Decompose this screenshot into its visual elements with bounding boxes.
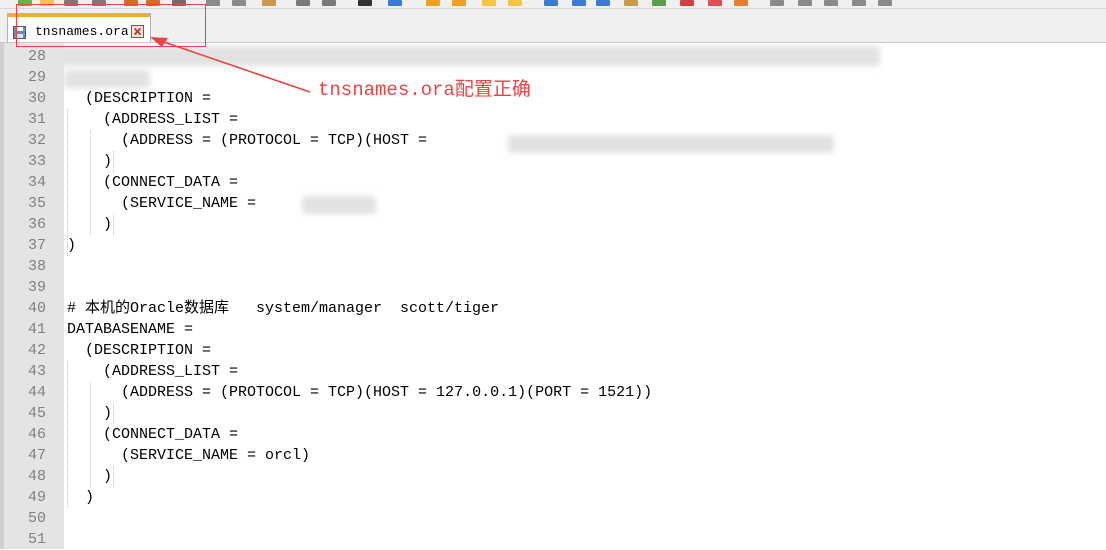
code-line[interactable]: # 本机的Oracle数据库 system/manager scott/tige… xyxy=(67,298,499,319)
copy-icon[interactable] xyxy=(232,0,246,6)
paste-icon[interactable] xyxy=(262,0,276,6)
redo-icon[interactable] xyxy=(322,0,336,6)
indent-guide xyxy=(113,403,114,424)
redacted-service-name xyxy=(302,196,376,214)
sync-v-icon[interactable] xyxy=(482,0,496,6)
line-number: 46 xyxy=(27,426,46,443)
stop-macro-icon[interactable] xyxy=(734,0,748,6)
redacted-host xyxy=(508,135,834,153)
code-line[interactable]: (CONNECT_DATA = xyxy=(67,424,238,445)
line-number: 35 xyxy=(27,195,46,212)
zoom-out-icon[interactable] xyxy=(452,0,466,6)
play-macro-icon[interactable] xyxy=(770,0,784,6)
annotation-box xyxy=(16,4,206,47)
line-number: 38 xyxy=(27,258,46,275)
code-line[interactable]: (DESCRIPTION = xyxy=(67,340,211,361)
line-number: 34 xyxy=(27,174,46,191)
line-number: 39 xyxy=(27,279,46,296)
indent-guide xyxy=(113,151,114,172)
code-line[interactable]: (CONNECT_DATA = xyxy=(67,172,238,193)
code-line[interactable]: DATABASENAME = xyxy=(67,319,193,340)
line-number: 36 xyxy=(27,216,46,233)
record-macro-icon[interactable] xyxy=(708,0,722,6)
line-number: 49 xyxy=(27,489,46,506)
line-number: 47 xyxy=(27,447,46,464)
undo-icon[interactable] xyxy=(296,0,310,6)
extra-icon[interactable] xyxy=(878,0,892,6)
spell-icon[interactable] xyxy=(852,0,866,6)
code-line[interactable]: (DESCRIPTION = xyxy=(67,88,211,109)
code-line[interactable]: (ADDRESS = (PROTOCOL = TCP)(HOST = 127.0… xyxy=(67,382,652,403)
play-multi-icon[interactable] xyxy=(798,0,812,6)
line-number: 45 xyxy=(27,405,46,422)
indent-guide xyxy=(113,466,114,487)
line-number: 29 xyxy=(27,69,46,86)
line-number: 31 xyxy=(27,111,46,128)
code-line[interactable]: (SERVICE_NAME = orcl) xyxy=(67,445,310,466)
indent-guide xyxy=(113,214,114,235)
line-number: 30 xyxy=(27,90,46,107)
line-number: 32 xyxy=(27,132,46,149)
code-line[interactable]: (ADDRESS = (PROTOCOL = TCP)(HOST = xyxy=(67,130,427,151)
line-number: 44 xyxy=(27,384,46,401)
code-line[interactable]: ) xyxy=(67,487,94,508)
line-number: 28 xyxy=(27,48,46,65)
annotation-label: tnsnames.ora配置正确 xyxy=(318,79,531,101)
line-number: 37 xyxy=(27,237,46,254)
code-line[interactable]: ) xyxy=(67,235,76,256)
indent-guide xyxy=(67,109,68,256)
doc-map-icon[interactable] xyxy=(652,0,666,6)
line-number: 51 xyxy=(27,531,46,548)
line-number: 40 xyxy=(27,300,46,317)
indent-guide-icon[interactable] xyxy=(596,0,610,6)
line-number: 43 xyxy=(27,363,46,380)
code-line[interactable]: (ADDRESS_LIST = xyxy=(67,361,238,382)
indent-guide xyxy=(67,361,68,508)
line-number: 41 xyxy=(27,321,46,338)
cut-icon[interactable] xyxy=(206,0,220,6)
redacted-text xyxy=(64,70,150,88)
save-macro-icon[interactable] xyxy=(824,0,838,6)
find-icon[interactable] xyxy=(358,0,372,6)
show-all-icon[interactable] xyxy=(572,0,586,6)
indent-guide xyxy=(90,130,91,235)
indent-guide xyxy=(90,382,91,487)
sync-h-icon[interactable] xyxy=(508,0,522,6)
lang-icon[interactable] xyxy=(624,0,638,6)
line-number: 48 xyxy=(27,468,46,485)
redacted-text xyxy=(60,46,880,66)
line-number: 33 xyxy=(27,153,46,170)
word-wrap-icon[interactable] xyxy=(544,0,558,6)
code-line[interactable]: (ADDRESS_LIST = xyxy=(67,109,238,130)
function-list-icon[interactable] xyxy=(680,0,694,6)
line-number: 50 xyxy=(27,510,46,527)
replace-icon[interactable] xyxy=(388,0,402,6)
line-number: 42 xyxy=(27,342,46,359)
code-line[interactable]: (SERVICE_NAME = xyxy=(67,193,256,214)
zoom-in-icon[interactable] xyxy=(426,0,440,6)
